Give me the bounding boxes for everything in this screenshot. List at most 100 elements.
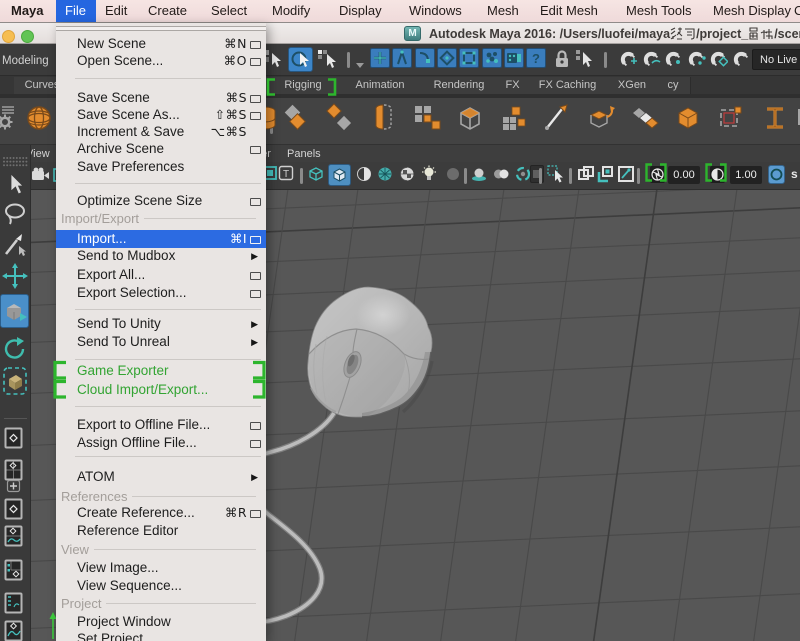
- menu-item-assign-offline-file[interactable]: Assign Offline File...: [56, 434, 266, 452]
- magnet-plain-icon[interactable]: [731, 49, 751, 76]
- shelf-tab-animation[interactable]: Animation: [340, 77, 421, 94]
- rotate-tool-icon[interactable]: [2, 335, 28, 368]
- shelf-tab-rendering[interactable]: Rendering: [420, 77, 499, 94]
- half-sphere-icon[interactable]: [355, 165, 373, 188]
- shelf-gear-icon[interactable]: [0, 114, 13, 135]
- select-preset-icon[interactable]: [575, 49, 595, 74]
- menu-item-optimize-scene-size[interactable]: Optimize Scene Size: [56, 192, 266, 210]
- menubar-item-display[interactable]: Display: [339, 0, 382, 22]
- menubar-item-select[interactable]: Select: [211, 0, 247, 22]
- magnet-dots-icon[interactable]: [686, 49, 706, 76]
- poly-separate-icon[interactable]: [325, 103, 359, 139]
- option-box[interactable]: [250, 290, 261, 298]
- menu-item-export-all[interactable]: Export All...: [56, 266, 266, 284]
- snap-view-plane-button[interactable]: [459, 48, 479, 68]
- option-box[interactable]: [250, 112, 261, 120]
- poly-partial-icon[interactable]: [796, 103, 800, 139]
- magnet-diamond-icon[interactable]: [708, 49, 728, 76]
- isolate-1-icon[interactable]: [577, 165, 595, 188]
- magnet-plus-icon[interactable]: [618, 49, 638, 76]
- layout-single-button[interactable]: [4, 427, 23, 454]
- shaded-cube-icon-part[interactable]: [328, 164, 351, 186]
- menu-item-reference-editor[interactable]: Reference Editor: [56, 522, 266, 540]
- menubar-item-edit[interactable]: Edit: [105, 0, 127, 22]
- snap-point-button[interactable]: [415, 48, 435, 68]
- option-box[interactable]: [250, 510, 261, 518]
- menubar-item-mesh-display[interactable]: Mesh Display: [713, 0, 791, 22]
- menu-item-set-project[interactable]: Set Project...: [56, 630, 266, 641]
- menu-item-save-preferences[interactable]: Save Preferences: [56, 158, 266, 176]
- help-button-part[interactable]: ?: [526, 48, 546, 68]
- camera-icon[interactable]: [31, 167, 51, 188]
- option-box[interactable]: [250, 440, 261, 448]
- active-tool-button[interactable]: [0, 294, 29, 328]
- menubar-item-mesh-tools[interactable]: Mesh Tools: [626, 0, 692, 22]
- mouse-model[interactable]: [308, 287, 432, 417]
- scale-tool-icon[interactable]: [2, 366, 28, 401]
- select-component-icon[interactable]: [317, 49, 339, 76]
- live-surface-field[interactable]: No Live: [752, 49, 800, 70]
- shaded-cube-icon[interactable]: [328, 164, 351, 186]
- wire-cube-icon[interactable]: [307, 165, 325, 188]
- menu-item-open-scene[interactable]: Open Scene...⌘O: [56, 52, 266, 70]
- magnet-curve-icon[interactable]: [641, 49, 661, 76]
- select-hierarchy-icon[interactable]: [263, 49, 285, 76]
- dim-circle-icon[interactable]: [444, 165, 462, 188]
- letter-t-icon[interactable]: T: [278, 165, 294, 186]
- menu-item-increment-save[interactable]: Increment & Save⌥⌘S: [56, 123, 266, 141]
- shelf-tab-fx[interactable]: FX: [498, 77, 528, 94]
- select-tool-icon[interactable]: [2, 171, 28, 202]
- snap-view-plane-button-part[interactable]: [459, 48, 479, 68]
- cursor-dots-icon[interactable]: [547, 165, 565, 188]
- light-bulb-icon[interactable]: [420, 165, 438, 188]
- move-tool-icon[interactable]: [2, 263, 28, 294]
- option-box[interactable]: [250, 272, 261, 280]
- minimize-button[interactable]: [2, 30, 15, 43]
- snap-curve-button-part[interactable]: [392, 48, 412, 68]
- snap-point-button-part[interactable]: [415, 48, 435, 68]
- menu-item-send-to-unity[interactable]: Send To Unity▶: [56, 315, 266, 333]
- image-plane-icon[interactable]: [617, 165, 635, 188]
- zoom-button[interactable]: [21, 30, 34, 43]
- option-box[interactable]: [250, 198, 261, 206]
- snap-curve-button[interactable]: [392, 48, 412, 68]
- snap-together-button[interactable]: [504, 48, 524, 68]
- option-box[interactable]: [250, 146, 261, 154]
- lasso-tool-icon[interactable]: [2, 201, 28, 232]
- menu-item-send-to-mudbox[interactable]: Send to Mudbox▶: [56, 247, 266, 265]
- menu-item-cloud-import-export[interactable]: Cloud Import/Export...: [56, 381, 266, 399]
- option-box[interactable]: [250, 236, 261, 244]
- exposure-icon-part[interactable]: [650, 166, 665, 183]
- option-box[interactable]: [250, 422, 261, 430]
- make-live-button-part[interactable]: [482, 48, 502, 68]
- option-box[interactable]: [250, 95, 261, 103]
- menu-item-create-reference[interactable]: Create Reference...⌘R: [56, 504, 266, 522]
- color-management-icon[interactable]: [768, 165, 785, 184]
- menubar-item-windows[interactable]: Windows: [409, 0, 462, 22]
- active-tool-button-part[interactable]: [0, 294, 29, 328]
- menubar-item-create[interactable]: Create: [148, 0, 187, 22]
- magnet-dot-icon[interactable]: [663, 49, 683, 76]
- poly-create-tool-icon[interactable]: [542, 103, 576, 139]
- poly-mirror-icon[interactable]: [368, 103, 402, 139]
- menu-item-save-scene-as[interactable]: Save Scene As...⇧⌘S: [56, 106, 266, 124]
- gamma-icon[interactable]: [710, 166, 725, 183]
- menubar-item-mesh[interactable]: Mesh: [487, 0, 519, 22]
- option-box[interactable]: [250, 58, 261, 66]
- menu-item-export-selection[interactable]: Export Selection...: [56, 284, 266, 302]
- two-tone-icon[interactable]: [492, 165, 510, 188]
- panel-menu-panels[interactable]: Panels: [287, 147, 321, 161]
- checker-sphere-icon[interactable]: [398, 165, 416, 188]
- snap-projected-center-button-part[interactable]: [437, 48, 457, 68]
- poly-cube-grid-icon[interactable]: [499, 103, 533, 139]
- layout-persp-button[interactable]: [4, 498, 23, 525]
- option-box[interactable]: [250, 41, 261, 49]
- menu-item-atom[interactable]: ATOM▶: [56, 468, 266, 486]
- menubar-item-modify[interactable]: Modify: [272, 0, 310, 22]
- shelf-tab-cy[interactable]: cy: [656, 77, 691, 94]
- shelf-tab-rigging[interactable]: Rigging: [266, 77, 341, 94]
- layout-outliner-button[interactable]: [4, 592, 23, 619]
- menu-item-archive-scene[interactable]: Archive Scene: [56, 140, 266, 158]
- paint-select-tool-icon[interactable]: [2, 232, 28, 263]
- textured-sphere-icon[interactable]: [376, 165, 394, 188]
